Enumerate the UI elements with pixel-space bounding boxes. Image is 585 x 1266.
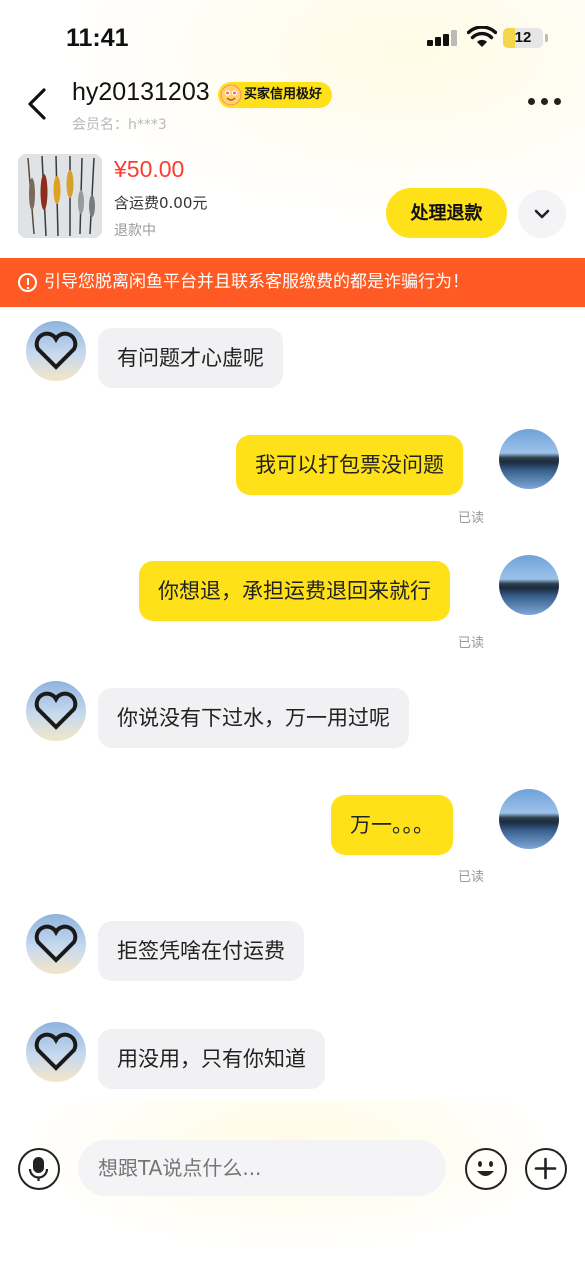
status-bar: 11:41 12 [0,0,585,76]
my-avatar[interactable] [499,429,559,489]
chevron-down-icon [534,209,550,219]
seller-avatar[interactable] [26,1022,86,1082]
heart-icon [34,1032,78,1071]
chat-username[interactable]: hy20131203 [72,78,210,107]
microphone-icon [28,1157,49,1181]
credit-badge-label: 买家信用极好 [244,87,323,102]
expand-button[interactable] [518,190,566,238]
fraud-warning-banner: 引导您脱离闲鱼平台并且联系客服缴费的都是诈骗行为！ [0,258,585,307]
back-arrow-icon[interactable] [22,84,54,124]
read-receipt: 已读 [458,511,485,526]
status-time: 11:41 [66,24,129,52]
heart-icon [34,691,78,730]
message-bubble[interactable]: 你想退，承担运费退回来就行 [139,561,450,621]
seller-avatar[interactable] [26,914,86,974]
my-avatar[interactable] [499,789,559,849]
fraud-warning-text: 引导您脱离闲鱼平台并且联系客服缴费的都是诈骗行为！ [44,272,469,292]
fishing-floats-image [18,154,102,238]
battery-level: 12 [514,29,532,46]
read-receipt: 已读 [458,636,485,651]
message-bubble[interactable]: 你说没有下过水，万一用过呢 [98,688,409,748]
product-price: ¥50.00 [114,156,185,182]
battery-icon: 12 [503,28,543,48]
process-refund-button[interactable]: 处理退款 [386,188,507,238]
more-actions-button[interactable] [525,1148,567,1190]
seller-avatar[interactable] [26,681,86,741]
read-receipt: 已读 [458,870,485,885]
voice-input-button[interactable] [18,1148,60,1190]
member-name: 会员名：h***3 [72,117,167,133]
smiley-face-icon [220,84,242,106]
product-thumbnail[interactable] [18,154,102,238]
heart-icon [34,331,78,370]
message-bubble[interactable]: 我可以打包票没问题 [236,435,463,495]
battery-tip [545,34,548,42]
seller-avatar[interactable] [26,321,86,381]
emoji-button[interactable] [465,1148,507,1190]
message-input[interactable] [78,1140,446,1196]
warning-icon [18,273,37,292]
order-status: 退款中 [114,223,156,239]
shipping-fee: 含运费0.00元 [114,194,208,212]
cellular-signal-icon [427,30,459,46]
smiley-icon [477,1161,494,1176]
message-bubble[interactable]: 用没用，只有你知道 [98,1029,325,1089]
wifi-icon [467,26,497,47]
message-bubble[interactable]: 拒签凭啥在付运费 [98,921,304,981]
credit-badge[interactable]: 买家信用极好 [218,82,333,108]
my-avatar[interactable] [499,555,559,615]
plus-icon [534,1157,557,1180]
message-bubble[interactable]: 有问题才心虚呢 [98,328,283,388]
heart-icon [34,924,78,963]
message-bubble[interactable]: 万一。。。 [331,795,453,855]
more-options-icon[interactable] [528,98,562,108]
